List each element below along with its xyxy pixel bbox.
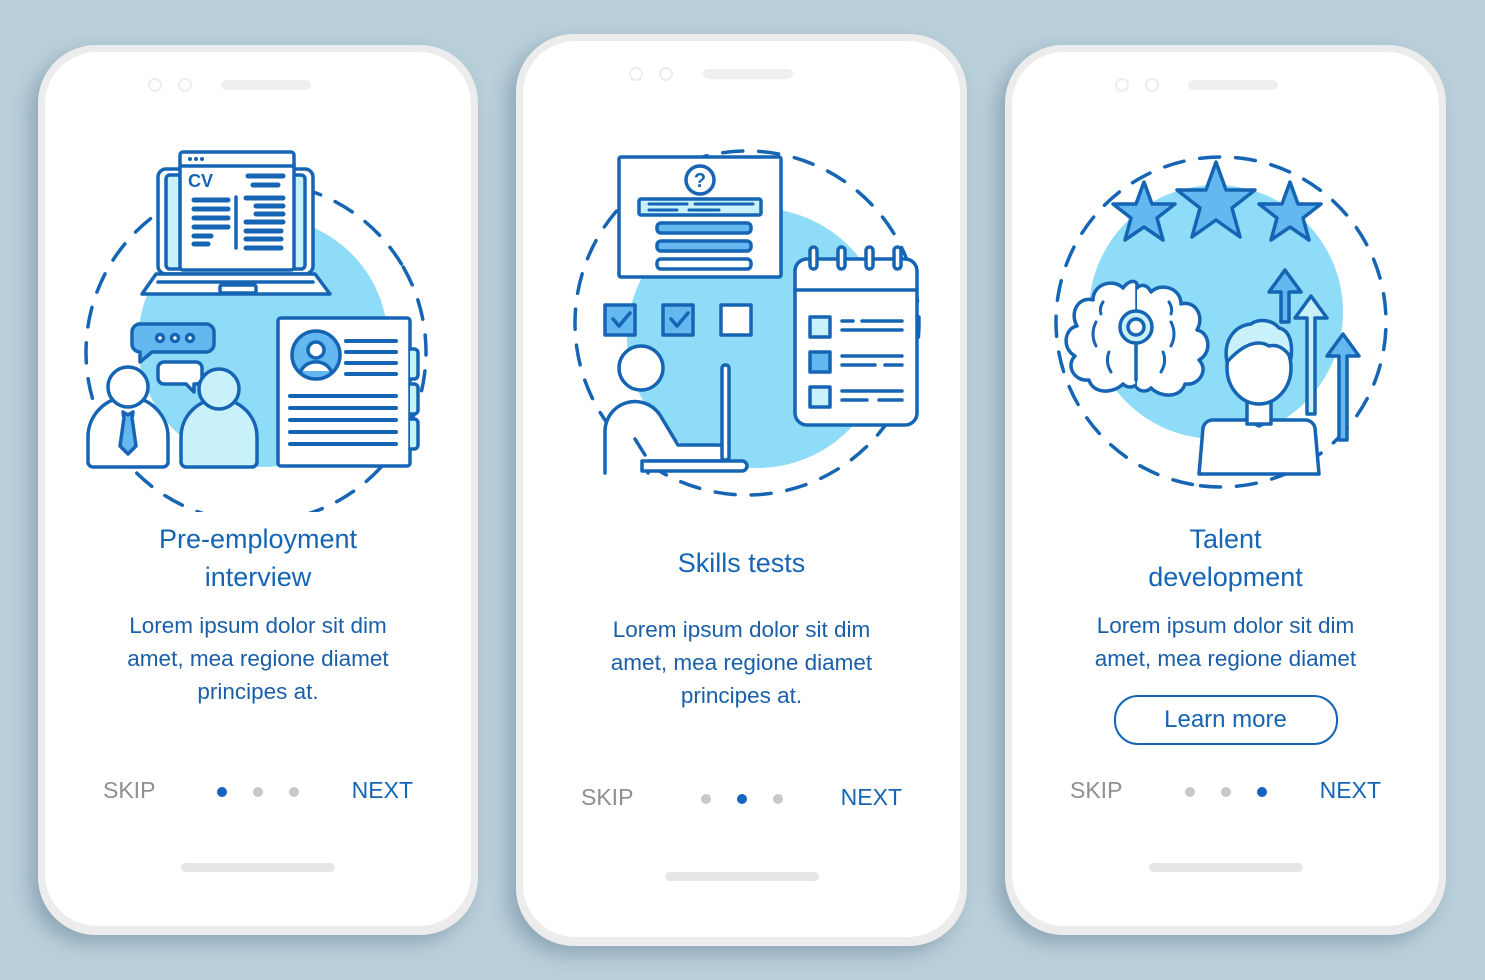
next-button[interactable]: NEXT	[352, 777, 413, 804]
screen-description: Lorem ipsum dolor sit dim amet, mea regi…	[1012, 609, 1439, 675]
description-line: amet, mea regione diamet	[1094, 646, 1357, 671]
camera-dot	[1115, 78, 1129, 92]
phone-screen-1: CV Pre-employment interview Lorem ipsum …	[38, 45, 478, 935]
description-line: amet, mea regione diamet	[127, 646, 389, 671]
screen-2: ? Skills tests Lorem ipsum dolor sit dim…	[523, 41, 960, 937]
skip-button[interactable]: SKIP	[103, 777, 155, 804]
phone-screen-2: ? Skills tests Lorem ipsum dolor sit dim…	[516, 34, 967, 946]
page-dot-active[interactable]	[1256, 787, 1267, 797]
page-indicator	[700, 794, 783, 804]
brain-gear-icon	[1064, 279, 1209, 397]
onboarding-nav: SKIP NEXT	[523, 784, 960, 814]
screen-3: Talent development Lorem ipsum dolor sit…	[1012, 52, 1439, 926]
page-dot-active[interactable]	[736, 794, 747, 804]
screen-title: Talent development	[1012, 520, 1439, 596]
screen-1: CV Pre-employment interview Lorem ipsum …	[45, 52, 471, 926]
title-line: development	[1148, 562, 1303, 592]
page-dot[interactable]	[700, 794, 711, 804]
title-line: interview	[204, 562, 312, 592]
description-line: Lorem ipsum dolor sit dim	[612, 617, 871, 642]
page-dot[interactable]	[253, 787, 263, 797]
page-indicator	[1184, 787, 1267, 797]
next-button[interactable]: NEXT	[841, 784, 902, 811]
page-dot[interactable]	[289, 787, 299, 797]
camera-dot	[178, 78, 192, 92]
cv-label: CV	[188, 171, 213, 191]
next-button[interactable]: NEXT	[1320, 777, 1381, 804]
speaker-slot	[703, 69, 793, 79]
description-line: Lorem ipsum dolor sit dim	[1096, 613, 1355, 638]
screen-description: Lorem ipsum dolor sit dim amet, mea regi…	[45, 609, 471, 708]
phone-screen-3: Talent development Lorem ipsum dolor sit…	[1005, 45, 1446, 935]
screen-title: Pre-employment interview	[45, 520, 471, 596]
page-dot[interactable]	[1220, 787, 1231, 797]
title-line: Skills tests	[677, 548, 806, 578]
home-indicator	[1148, 863, 1303, 872]
pre-employment-interview-illustration: CV	[84, 150, 428, 512]
camera-dot	[148, 78, 162, 92]
question-mark: ?	[693, 170, 705, 192]
page-indicator	[217, 787, 299, 797]
camera-dot	[629, 67, 643, 81]
cv-document-icon	[178, 150, 296, 272]
onboarding-nav: SKIP NEXT	[1012, 777, 1439, 807]
camera-dot	[659, 67, 673, 81]
page-dot[interactable]	[772, 794, 783, 804]
title-line: Pre-employment	[158, 524, 358, 554]
calendar-checklist-icon	[792, 245, 919, 427]
speaker-slot	[221, 80, 311, 90]
learn-more-button[interactable]: Learn more	[1113, 695, 1338, 745]
page-dot-active[interactable]	[217, 787, 227, 797]
description-line: principes at.	[680, 683, 803, 708]
description-line: amet, mea regione diamet	[610, 650, 873, 675]
description-line: principes at.	[197, 679, 319, 704]
skip-button[interactable]: SKIP	[581, 784, 633, 811]
checkbox-checked-icon	[660, 303, 695, 337]
camera-dot	[1145, 78, 1159, 92]
description-line: Lorem ipsum dolor sit dim	[129, 613, 387, 638]
checkbox-checked-icon	[602, 303, 637, 337]
checkbox-empty-icon	[718, 303, 753, 337]
skills-tests-illustration: ?	[572, 149, 921, 497]
page-dot[interactable]	[1184, 787, 1195, 797]
onboarding-nav: SKIP NEXT	[45, 777, 471, 807]
resume-icon	[276, 316, 420, 468]
skip-button[interactable]: SKIP	[1070, 777, 1122, 804]
talent-development-illustration	[1053, 155, 1388, 489]
screen-title: Skills tests	[523, 544, 960, 582]
screen-description: Lorem ipsum dolor sit dim amet, mea regi…	[523, 613, 960, 712]
home-indicator	[181, 863, 335, 872]
title-line: Talent	[1189, 524, 1262, 554]
home-indicator	[664, 872, 819, 881]
speaker-slot	[1188, 80, 1278, 90]
